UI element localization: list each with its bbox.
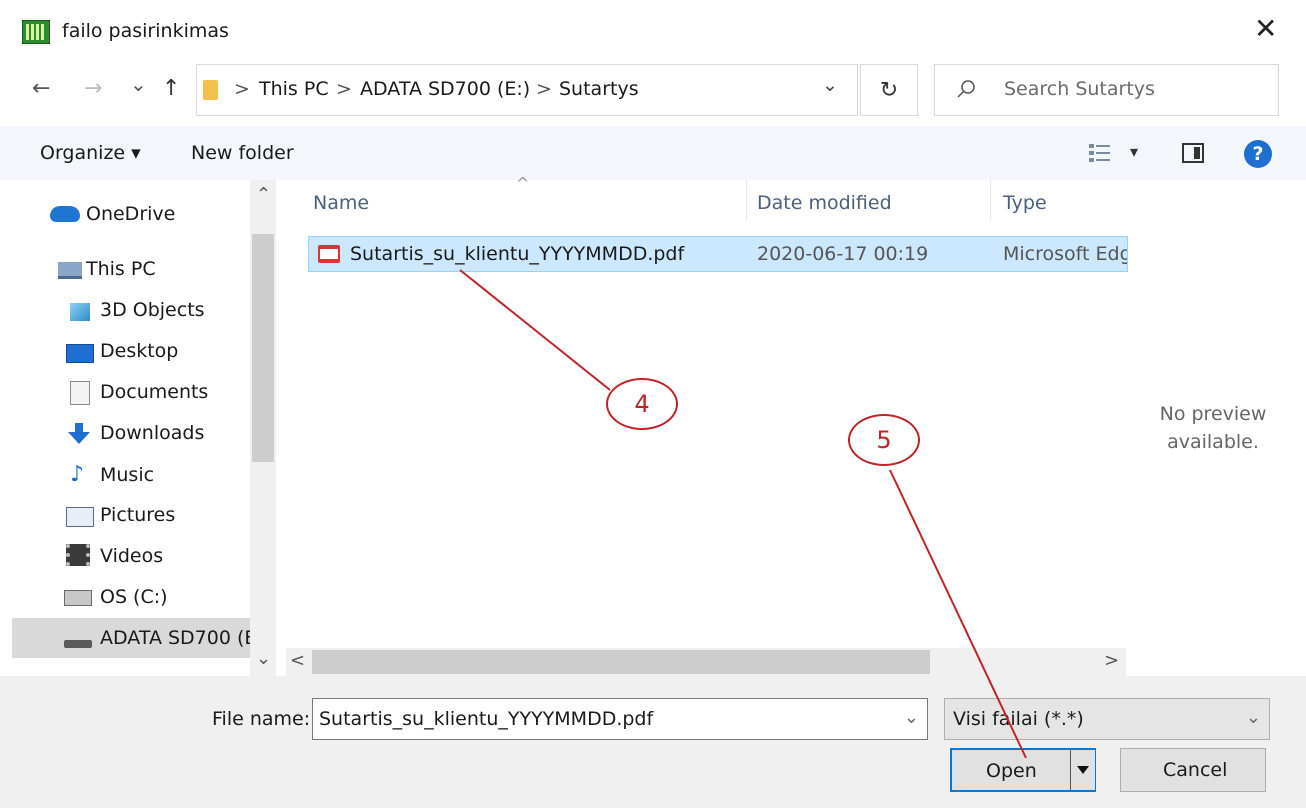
file-name-dropdown-icon[interactable]: ⌄ [904, 707, 919, 728]
file-name-label: File name: [212, 708, 311, 730]
folder-icon [203, 80, 218, 100]
cube-icon [70, 303, 90, 321]
open-options-dropdown[interactable] [1070, 750, 1095, 790]
app-icon [22, 20, 50, 44]
annotation-step-5: 5 [848, 414, 920, 466]
sidebar-item-onedrive[interactable]: OneDrive [86, 203, 175, 225]
date-modified-cell: 2020-06-17 00:19 [757, 243, 929, 265]
open-button-label: Open [986, 760, 1037, 782]
desktop-icon [66, 344, 94, 363]
cloud-icon [50, 206, 80, 222]
pictures-icon [66, 507, 94, 527]
scroll-left-icon[interactable]: < [290, 650, 305, 671]
annotation-step-4: 4 [606, 378, 678, 430]
preview-pane-icon[interactable] [1182, 143, 1204, 163]
type-cell: Microsoft Edg [1003, 243, 1127, 265]
file-type-value: Visi failai (*.*) [953, 708, 1084, 730]
sidebar-item-pictures[interactable]: Pictures [100, 504, 175, 526]
column-divider[interactable] [746, 180, 747, 220]
breadcrumb-drive[interactable]: ADATA SD700 (E:) [360, 78, 530, 100]
chevron-down-icon [1077, 766, 1089, 774]
sidebar-item-adata-sd700[interactable]: ADATA SD700 (E [100, 627, 256, 649]
scroll-right-icon[interactable]: > [1104, 650, 1119, 671]
sidebar-item-3d-objects[interactable]: 3D Objects [100, 299, 205, 321]
close-icon[interactable]: ✕ [1254, 12, 1277, 45]
horizontal-scrollbar-thumb[interactable] [312, 650, 930, 674]
back-arrow-icon[interactable]: ← [32, 76, 50, 101]
usb-drive-icon [64, 640, 92, 648]
help-icon[interactable]: ? [1244, 140, 1272, 168]
download-icon [66, 422, 92, 450]
breadcrumb-separator-icon: > [234, 78, 250, 100]
recent-locations-icon[interactable]: ⌄ [130, 72, 147, 96]
preview-line-2: available. [1167, 431, 1259, 453]
breadcrumb-separator-icon: > [336, 78, 352, 100]
scroll-down-icon[interactable]: ⌄ [256, 648, 271, 669]
column-divider[interactable] [990, 180, 991, 220]
preview-line-1: No preview [1159, 403, 1267, 425]
column-header-name[interactable]: Name [313, 192, 369, 214]
document-icon [70, 381, 90, 405]
music-icon: ♪ [70, 462, 85, 487]
type-cell-clip: Microsoft Edg [1003, 243, 1127, 265]
sidebar-item-videos[interactable]: Videos [100, 545, 163, 567]
cancel-button[interactable]: Cancel [1120, 748, 1266, 792]
view-dropdown-icon[interactable]: ▾ [1130, 142, 1138, 161]
breadcrumb-sutartys[interactable]: Sutartys [559, 78, 639, 100]
refresh-icon: ↻ [879, 77, 899, 103]
search-icon [956, 78, 978, 104]
sidebar-item-downloads[interactable]: Downloads [100, 422, 204, 444]
file-name-input[interactable]: Sutartis_su_klientu_YYYYMMDD.pdf ⌄ [312, 698, 928, 740]
breadcrumb-separator-icon: > [536, 78, 552, 100]
refresh-button[interactable]: ↻ [860, 64, 918, 116]
window-title: failo pasirinkimas [62, 20, 229, 42]
file-type-select[interactable]: Visi failai (*.*) ⌄ [944, 698, 1270, 740]
preview-message: No preview available. [1140, 400, 1286, 456]
videos-icon [66, 544, 90, 566]
file-name-cell[interactable]: Sutartis_su_klientu_YYYYMMDD.pdf [350, 243, 684, 265]
file-type-dropdown-icon[interactable]: ⌄ [1246, 707, 1261, 728]
cancel-button-label: Cancel [1163, 759, 1228, 781]
search-placeholder: Search Sutartys [1004, 78, 1155, 100]
view-options-icon[interactable] [1088, 142, 1112, 168]
sidebar-item-documents[interactable]: Documents [100, 381, 208, 403]
address-dropdown-icon[interactable]: ⌄ [822, 74, 838, 96]
forward-arrow-icon[interactable]: → [84, 76, 102, 101]
column-header-type[interactable]: Type [1003, 192, 1047, 214]
navigation-scrollbar-thumb[interactable] [252, 234, 274, 462]
sort-ascending-icon: ^ [516, 174, 530, 193]
organize-button[interactable]: Organize ▾ [40, 142, 141, 164]
sidebar-item-music[interactable]: Music [100, 464, 154, 486]
pdf-file-icon [318, 245, 340, 263]
computer-icon [58, 262, 82, 279]
sidebar-item-desktop[interactable]: Desktop [100, 340, 178, 362]
up-arrow-icon[interactable]: ↑ [162, 76, 180, 101]
sidebar-item-this-pc[interactable]: This PC [86, 258, 156, 280]
scroll-up-icon[interactable]: ⌃ [256, 184, 271, 205]
breadcrumb-this-pc[interactable]: This PC [259, 78, 329, 100]
sidebar-item-os-c[interactable]: OS (C:) [100, 586, 168, 608]
new-folder-button[interactable]: New folder [191, 142, 294, 164]
footer-panel [0, 676, 1306, 808]
drive-icon [64, 590, 92, 606]
column-header-date-modified[interactable]: Date modified [757, 192, 892, 214]
file-name-value: Sutartis_su_klientu_YYYYMMDD.pdf [319, 708, 654, 730]
